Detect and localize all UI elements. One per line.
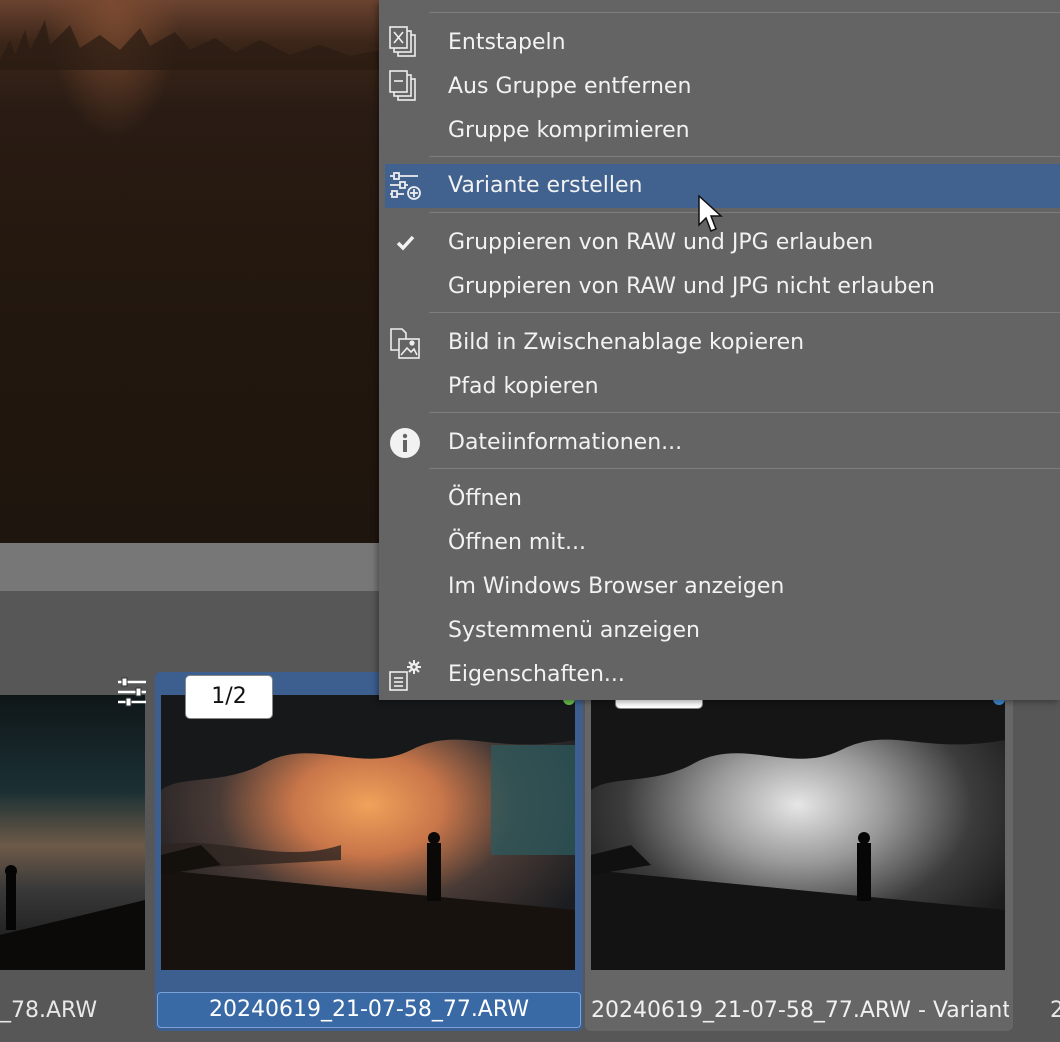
- menu-item-label: Dateiinformationen...: [448, 430, 683, 455]
- menu-item-label: Öffnen: [448, 486, 522, 511]
- filename-variant[interactable]: 20240619_21-07-58_77.ARW - Variant...: [591, 993, 1009, 1029]
- menu-item-compress-group[interactable]: Gruppe komprimieren: [379, 109, 1060, 153]
- menu-item-show-in-windows-browser[interactable]: Im Windows Browser anzeigen: [379, 565, 1060, 609]
- menu-item-label: Variante erstellen: [448, 173, 643, 198]
- unstack-icon: [389, 26, 416, 57]
- menu-separator: [429, 312, 1060, 313]
- grass-silhouette: [0, 20, 380, 70]
- menu-item-show-system-menu[interactable]: Systemmenü anzeigen: [379, 609, 1060, 653]
- main-preview-image: [0, 0, 380, 543]
- menu-item-copy-path[interactable]: Pfad kopieren: [379, 365, 1060, 409]
- info-icon: [390, 428, 420, 458]
- menu-item-label: Pfad kopieren: [448, 374, 599, 399]
- properties-icon: [389, 660, 421, 691]
- preview-status-bar: [0, 543, 380, 591]
- menu-item-file-info[interactable]: Dateiinformationen...: [379, 421, 1060, 465]
- menu-item-label: Im Windows Browser anzeigen: [448, 574, 785, 599]
- menu-item-properties[interactable]: Eigenschaften...: [379, 653, 1060, 697]
- menu-separator: [429, 412, 1060, 413]
- menu-separator: [429, 12, 1060, 13]
- adjustments-icon: [118, 677, 146, 707]
- filename-next[interactable]: 2: [1050, 993, 1060, 1029]
- stack-badge-selected: 1/2: [186, 676, 272, 718]
- create-variant-icon: [390, 172, 421, 200]
- filename-selected[interactable]: 20240619_21-07-58_77.ARW: [157, 992, 581, 1028]
- menu-separator: [429, 468, 1060, 469]
- menu-item-label: Aus Gruppe entfernen: [448, 74, 692, 99]
- menu-item-label: Gruppieren von RAW und JPG nicht erlaube…: [448, 274, 935, 299]
- menu-item-open-with[interactable]: Öffnen mit...: [379, 521, 1060, 565]
- checkmark-icon: [396, 235, 415, 251]
- menu-item-disallow-raw-jpg-grouping[interactable]: Gruppieren von RAW und JPG nicht erlaube…: [379, 265, 1060, 309]
- menu-separator: [429, 212, 1060, 213]
- filename-previous[interactable]: _78.ARW: [0, 993, 140, 1029]
- remove-from-group-icon: [389, 70, 416, 101]
- mouse-cursor-icon: [698, 195, 723, 232]
- menu-separator: [429, 156, 1060, 157]
- menu-item-label: Gruppe komprimieren: [448, 118, 690, 143]
- menu-item-label: Eigenschaften...: [448, 662, 625, 687]
- menu-item-remove-from-group[interactable]: Aus Gruppe entfernen: [379, 65, 1060, 109]
- menu-item-label: Gruppieren von RAW und JPG erlauben: [448, 230, 874, 255]
- thumbnail-variant[interactable]: [591, 695, 1005, 970]
- menu-item-label: Öffnen mit...: [448, 530, 587, 555]
- thumbnail-selected[interactable]: [161, 695, 575, 970]
- menu-item-copy-image[interactable]: Bild in Zwischenablage kopieren: [379, 321, 1060, 365]
- menu-item-label: Bild in Zwischenablage kopieren: [448, 330, 805, 355]
- thumbnail-previous[interactable]: [0, 695, 145, 970]
- context-menu: Entstapeln Aus Gruppe entfernen Gruppe k…: [379, 0, 1060, 700]
- menu-item-open[interactable]: Öffnen: [379, 477, 1060, 521]
- menu-item-unstack[interactable]: Entstapeln: [379, 21, 1060, 65]
- menu-item-label: Entstapeln: [448, 30, 566, 55]
- menu-item-label: Systemmenü anzeigen: [448, 618, 700, 643]
- copy-image-icon: [390, 328, 420, 359]
